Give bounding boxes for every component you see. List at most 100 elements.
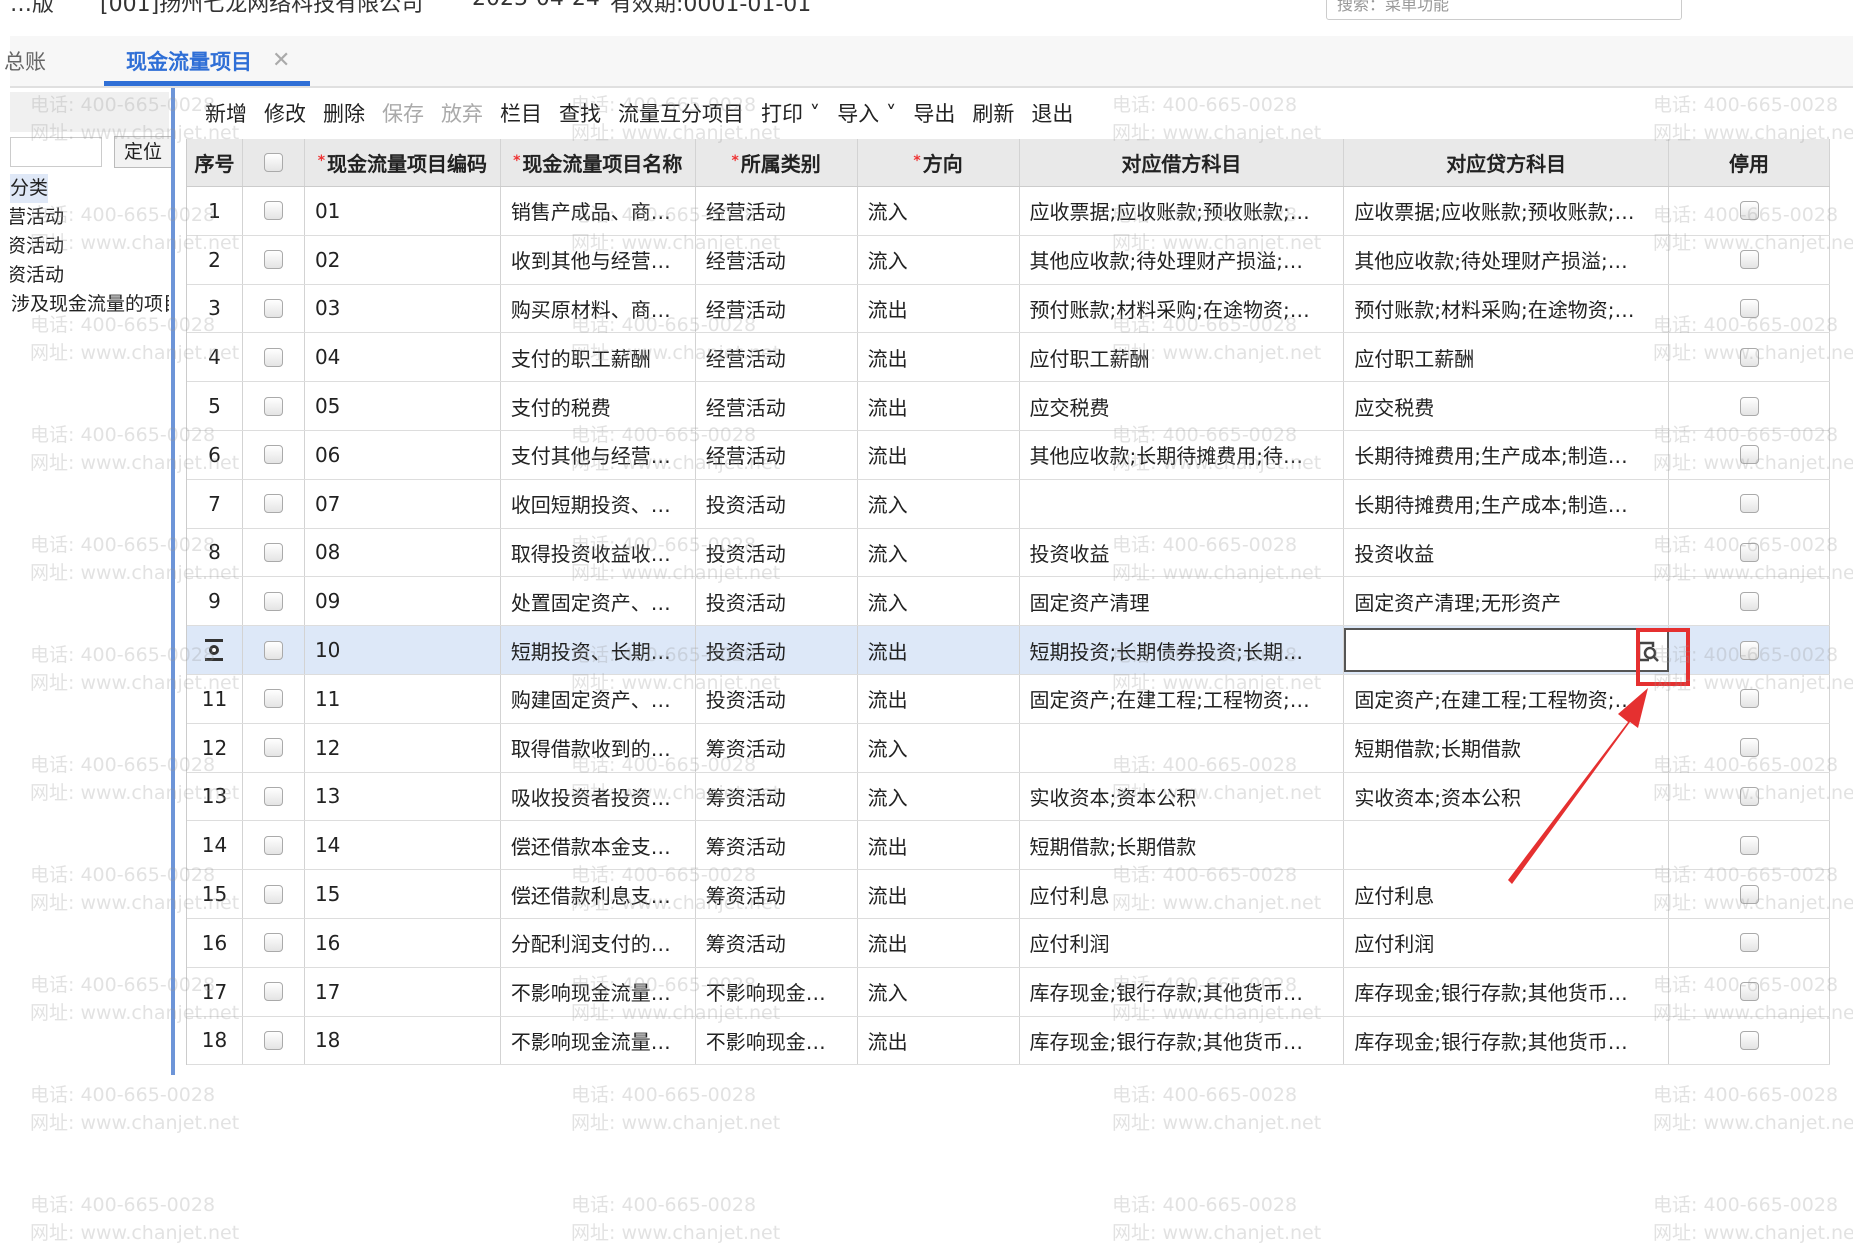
direction[interactable]: 流入 [858,235,1020,284]
column-header[interactable]: * 所属类别 [696,139,858,186]
credit-account[interactable]: 应收票据;应收账款;预收账款;… [1344,187,1670,235]
item-code[interactable]: 09 [305,577,501,626]
toolbar-button[interactable]: 栏目 [500,98,542,134]
column-header[interactable]: 对应贷方科目 [1344,139,1670,186]
menu-search-input[interactable]: 搜索：菜单功能 [1326,0,1682,20]
direction[interactable]: 流出 [858,333,1020,382]
disabled-checkbox[interactable] [1739,250,1759,270]
disabled-checkbox[interactable] [1739,396,1759,416]
item-code[interactable]: 05 [305,382,501,430]
toolbar-button[interactable]: 退出 [1031,98,1073,134]
disabled-checkbox[interactable] [1739,933,1759,953]
item-code[interactable]: 01 [305,187,501,235]
close-tab-icon[interactable]: ✕ [272,48,290,73]
item-code[interactable]: 07 [305,479,501,528]
row-checkbox[interactable] [263,933,283,953]
toolbar-button[interactable]: 删除 [323,98,365,134]
direction[interactable]: 流出 [858,870,1020,918]
disabled-checkbox[interactable] [1739,884,1759,904]
debit-account[interactable]: 短期借款;长期借款 [1020,821,1345,870]
table-row[interactable]: 14 14 偿还借款本金支… 筹资活动 流出 短期借款;长期借款 [187,821,1830,871]
direction[interactable]: 流出 [858,1016,1020,1065]
direction[interactable]: 流出 [858,382,1020,430]
category[interactable]: 投资活动 [696,674,858,723]
credit-account[interactable]: 固定资产清理;无形资产 [1344,577,1670,626]
table-row[interactable]: 5 05 支付的税费 经营活动 流出 应交税费 应交税费 [187,382,1830,431]
column-header[interactable] [243,139,305,186]
table-row[interactable]: 8 08 取得投资收益收… 投资活动 流入 投资收益 投资收益 [187,528,1830,578]
locate-button[interactable]: 定位 [114,136,172,168]
item-name[interactable]: 处置固定资产、… [501,577,696,626]
debit-account[interactable]: 其他应收款;待处理财产损溢;… [1020,235,1345,284]
item-name[interactable]: 偿还借款利息支… [501,870,696,918]
category[interactable]: 筹资活动 [696,821,858,870]
disabled-checkbox[interactable] [1739,640,1759,660]
disabled-checkbox[interactable] [1739,738,1759,758]
row-checkbox[interactable] [263,201,283,221]
direction[interactable]: 流出 [858,821,1020,870]
row-checkbox[interactable] [263,591,283,611]
debit-account[interactable]: 固定资产;在建工程;工程物资;… [1020,674,1345,723]
category[interactable]: 经营活动 [696,187,858,235]
credit-account-input[interactable] [1344,628,1670,673]
item-name[interactable]: 支付的职工薪酬 [501,333,696,382]
item-name[interactable]: 购建固定资产、… [501,674,696,723]
table-row[interactable]: 9 09 处置固定资产、… 投资活动 流入 固定资产清理 固定资产清理;无形资产 [187,577,1830,627]
category[interactable]: 经营活动 [696,333,858,382]
row-checkbox[interactable] [263,298,283,318]
category[interactable]: 经营活动 [696,382,858,430]
item-name[interactable]: 短期投资、长期… [501,626,696,674]
table-row[interactable]: 18 18 不影响现金流量… 不影响现金… 流出 库存现金;银行存款;其他货币… 库存现金;… [187,1016,1830,1066]
row-checkbox[interactable] [263,250,283,270]
credit-account[interactable]: 投资收益 [1344,528,1670,577]
category[interactable]: 经营活动 [696,284,858,333]
toolbar-button[interactable]: 保存 [382,98,424,134]
credit-account[interactable]: 实收资本;资本公积 [1344,772,1670,821]
disabled-checkbox[interactable] [1739,542,1759,562]
category[interactable]: 投资活动 [696,577,858,626]
item-code[interactable]: 16 [305,918,501,967]
category[interactable]: 投资活动 [696,479,858,528]
item-code[interactable]: 11 [305,674,501,723]
category[interactable]: 经营活动 [696,235,858,284]
toolbar-button[interactable]: 打印 ˅ [761,98,820,134]
row-checkbox[interactable] [263,835,283,855]
column-header[interactable]: 对应借方科目 [1020,139,1345,186]
table-row[interactable]: 7 07 收回短期投资、… 投资活动 流入 长期待摊费用;生产成本;制造… [187,479,1830,529]
toolbar-button[interactable]: 导入 ˅ [837,98,896,134]
disabled-checkbox[interactable] [1739,494,1759,514]
disabled-checkbox[interactable] [1739,591,1759,611]
debit-account[interactable]: 应付利润 [1020,918,1345,967]
item-name[interactable]: 不影响现金流量… [501,967,696,1016]
toolbar-button[interactable]: 修改 [264,98,306,134]
debit-account[interactable]: 其他应收款;长期待摊费用;待… [1020,430,1345,479]
category[interactable]: 投资活动 [696,626,858,674]
row-checkbox[interactable] [263,494,283,514]
disabled-checkbox[interactable] [1739,1030,1759,1050]
row-checkbox[interactable] [263,786,283,806]
item-name[interactable]: 吸收投资者投资… [501,772,696,821]
debit-account[interactable] [1020,723,1345,772]
debit-account[interactable]: 投资收益 [1020,528,1345,577]
item-name[interactable]: 不影响现金流量… [501,1016,696,1065]
item-name[interactable]: 收回短期投资、… [501,479,696,528]
item-code[interactable]: 17 [305,967,501,1016]
disabled-checkbox[interactable] [1739,786,1759,806]
item-name[interactable]: 购买原材料、商… [501,284,696,333]
category[interactable]: 筹资活动 [696,918,858,967]
category[interactable]: 经营活动 [696,430,858,479]
select-all-checkbox[interactable] [263,153,283,172]
category[interactable]: 不影响现金… [696,1016,858,1065]
credit-account[interactable]: 其他应收款;待处理财产损溢;… [1344,235,1670,284]
debit-account[interactable]: 预付账款;材料采购;在途物资;… [1020,284,1345,333]
credit-account[interactable]: 应付利润 [1344,918,1670,967]
splitter[interactable] [171,88,175,1075]
credit-account[interactable]: 库存现金;银行存款;其他货币… [1344,967,1670,1016]
toolbar-button[interactable]: 刷新 [972,98,1014,134]
debit-account[interactable]: 库存现金;银行存款;其他货币… [1020,1016,1345,1065]
tree-item[interactable]: 项目分类 [10,174,169,203]
direction[interactable]: 流出 [858,284,1020,333]
item-name[interactable]: 取得投资收益收… [501,528,696,577]
item-code[interactable]: 04 [305,333,501,382]
row-checkbox[interactable] [263,689,283,709]
